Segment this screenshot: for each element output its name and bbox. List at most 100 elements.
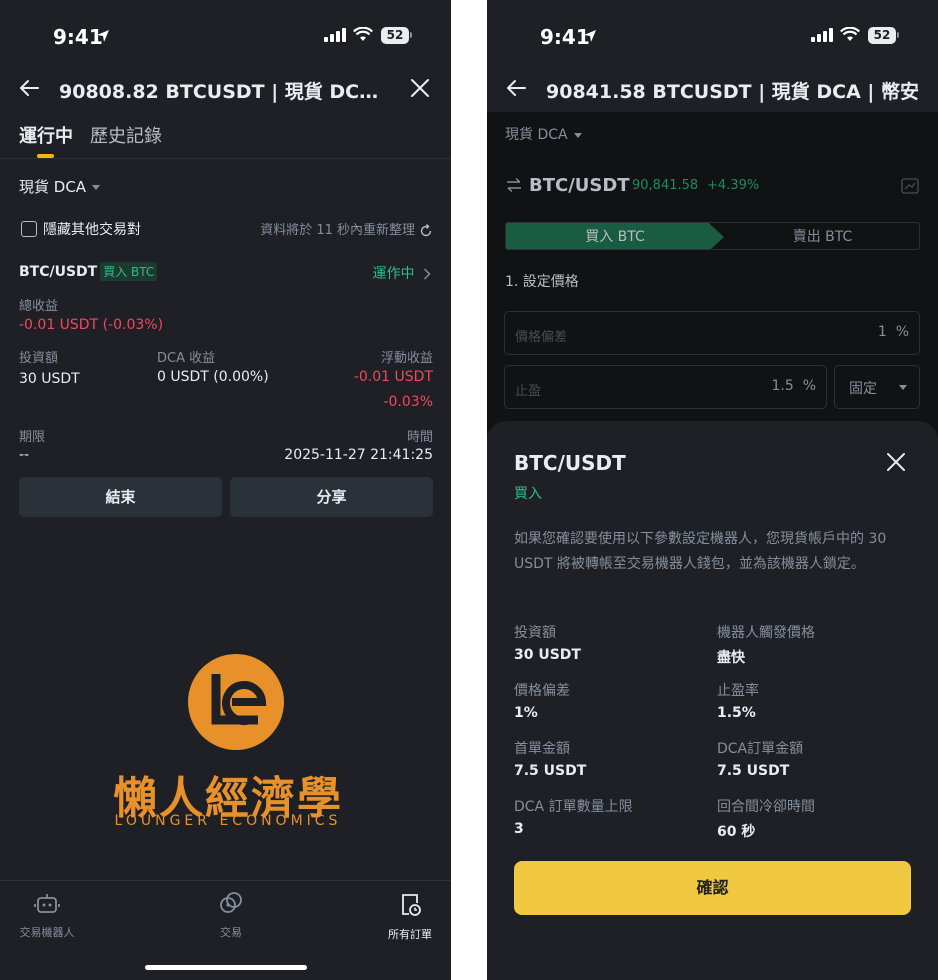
deviation-input[interactable]: 價格偏差 1 % [504,311,920,355]
fixed-select[interactable]: 固定 [834,365,920,409]
tab-history[interactable]: 歷史記錄 [90,122,162,148]
battery-icon: 52 [868,27,896,44]
float-profit-label: 浮動收益 [380,351,433,366]
trade-icon [220,892,242,913]
param-value: 3 [514,821,524,837]
battery-tip [897,32,899,38]
nav-bar: 90808.82 BTCUSDT | 現貨 DCA |... [0,68,451,110]
param-value: 盡快 [717,650,745,666]
take-profit-value: 1.5 % [772,378,816,394]
wifi-icon [353,27,373,41]
param-value: 1% [514,705,538,721]
page-title: 90808.82 BTCUSDT | 現貨 DCA |... [59,81,389,103]
refresh-icon[interactable] [419,223,433,238]
float-profit-value: -0.01 USDT [353,369,433,385]
param-label: DCA 訂單數量上限 [514,799,633,815]
running-bots-screen: 9:41 52 90808.82 BTCUSDT | 現貨 DCA |... 運… [0,0,451,980]
confirm-sheet: BTC/USDT 買入 如果您確認要使用以下參數設定機器人，您現貨帳戶中的 30… [487,421,938,980]
percent-unit: % [802,378,816,394]
nav-trade[interactable]: 交易 [191,891,271,940]
price-change: +4.39% [707,178,760,193]
dca-profit-label: DCA 收益 [157,351,216,366]
param-value: 7.5 USDT [717,763,790,779]
page-title: 90841.58 BTCUSDT | 現貨 DCA | 幣安 [546,81,919,103]
param-label: 回合間冷卻時間 [717,799,815,815]
swap-icon[interactable] [506,178,522,192]
tab-underline [37,154,54,158]
last-price: 90,841.58 [632,178,699,193]
wifi-icon [840,27,860,41]
share-button[interactable]: 分享 [230,477,433,517]
param-label: 機器人觸發價格 [717,625,815,641]
take-profit-placeholder: 止盈 [515,384,542,399]
battery-tip [410,32,412,38]
fixed-select-label: 固定 [849,381,877,397]
chevron-down-icon [92,185,101,190]
checkbox[interactable] [21,220,37,237]
logo-english-text: LOUNGER ECONOMICS [114,813,342,829]
tab-running[interactable]: 運行中 [19,122,73,148]
param-value: 1.5% [717,705,756,721]
back-arrow-icon[interactable] [18,77,40,99]
param-label: 投資額 [514,625,556,641]
logo-mark-icon [211,674,267,725]
float-profit-pct: -0.03% [383,394,433,410]
sheet-side: 買入 [514,486,542,502]
param-label: DCA訂單金額 [717,741,804,757]
pair-name[interactable]: BTC/USDT [529,175,630,196]
dca-profit-value: 0 USDT (0.00%) [157,369,269,385]
take-profit-input[interactable]: 止盈 1.5 % [504,365,827,409]
robot-icon [34,894,60,913]
param-label: 止盈率 [717,683,759,699]
pair-name: BTC/USDT [19,264,98,280]
end-button[interactable]: 結束 [19,477,222,517]
nav-trade-label: 交易 [220,926,242,939]
signal-icon [324,28,346,42]
strategy-dropdown[interactable]: 現貨 DCA [19,176,101,197]
term-label: 期限 [19,430,46,445]
nav-trading-bots-label: 交易機器人 [19,926,75,939]
buy-tab[interactable]: 買入 BTC [506,223,724,249]
close-icon[interactable] [409,77,431,99]
hide-pairs-label: 隱藏其他交易對 [43,221,141,238]
term-value: -- [19,447,30,463]
back-arrow-icon[interactable] [505,77,527,99]
status-bar: 9:41 52 [0,0,451,72]
strategy-dropdown-label: 現貨 DCA [505,127,568,143]
sheet-description: 如果您確認要使用以下參數設定機器人，您現貨帳戶中的 30 USDT 將被轉帳至交… [514,531,887,572]
param-value: 30 USDT [514,647,581,663]
strategy-dropdown[interactable]: 現貨 DCA [505,124,582,144]
orders-icon [402,894,421,916]
nav-trading-bots[interactable]: 交易機器人 [7,891,87,940]
sell-tab[interactable]: 賣出 BTC [724,223,919,249]
param-label: 價格偏差 [514,683,570,699]
bot-pair[interactable]: BTC/USDT 買入 BTC [19,262,158,281]
nav-all-orders[interactable]: 所有訂單 [370,891,450,942]
create-bot-screen: 9:41 52 90841.58 BTCUSDT | 現貨 DCA | 幣安 現… [487,0,938,980]
logo-circle [188,654,284,750]
chevron-down-icon [899,385,907,390]
invest-value: 30 USDT [19,371,80,387]
param-value: 60 秒 [717,824,756,840]
nav-bar: 90841.58 BTCUSDT | 現貨 DCA | 幣安 [487,68,938,110]
invest-label: 投資額 [19,351,59,366]
param-label: 首單金額 [514,741,570,757]
percent-unit: % [895,324,909,340]
chevron-right-icon [423,268,431,280]
param-value: 7.5 USDT [514,763,587,779]
confirm-button[interactable]: 確認 [514,861,911,915]
hide-pairs-toggle[interactable]: 隱藏其他交易對 [21,218,141,239]
deviation-placeholder: 價格偏差 [515,330,568,345]
time-value: 2025-11-27 21:41:25 [284,447,433,463]
side-badge: 買入 BTC [100,262,158,281]
refresh-note[interactable]: 資料將於 11 秒內重新整理 [260,219,433,238]
total-profit-label: 總收益 [19,299,59,314]
close-icon[interactable] [886,452,906,472]
time-label: 時間 [406,430,433,445]
take-profit-number: 1.5 [771,378,794,394]
side-segment: 買入 BTC 賣出 BTC [505,222,920,250]
signal-icon [811,28,833,42]
chart-icon[interactable] [901,178,919,194]
run-status[interactable]: 運作中 [373,263,431,283]
battery-icon: 52 [381,27,409,44]
